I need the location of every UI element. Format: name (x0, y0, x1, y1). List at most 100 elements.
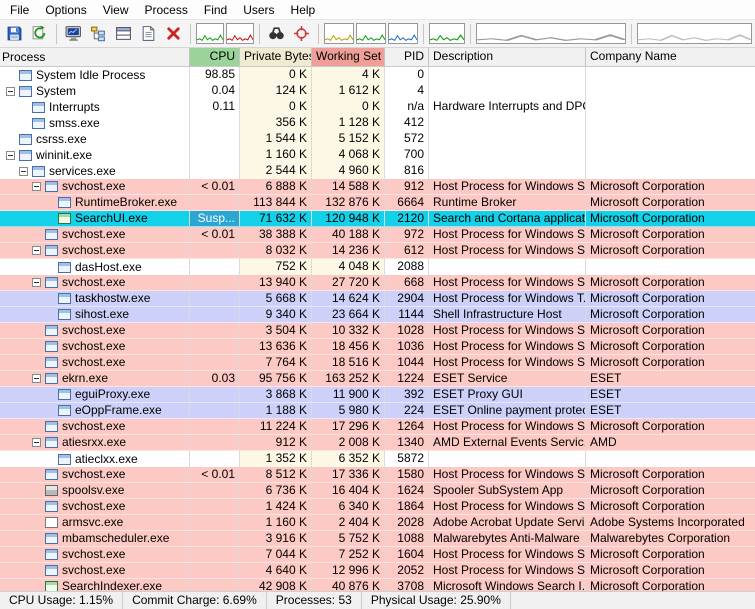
view-dlls-button[interactable] (137, 23, 160, 45)
process-row[interactable]: atiesrxx.exe912 K2 008 K1340AMD External… (0, 435, 755, 451)
menu-help[interactable]: Help (283, 2, 324, 18)
private-bytes-cell: 11 224 K (240, 419, 312, 434)
process-row[interactable]: svchost.exe7 044 K7 252 K1604Host Proces… (0, 547, 755, 563)
tree-collapse-icon[interactable] (32, 246, 41, 255)
column-header-cpu[interactable]: CPU (190, 48, 240, 66)
process-row[interactable]: sihost.exe9 340 K23 664 K1144Shell Infra… (0, 307, 755, 323)
toolbar-separator (470, 24, 471, 44)
column-header-pb[interactable]: Private Bytes (240, 48, 312, 66)
menu-file[interactable]: File (2, 2, 37, 18)
process-row[interactable]: svchost.exe8 032 K14 236 K612Host Proces… (0, 243, 755, 259)
process-row[interactable]: dasHost.exe752 K4 048 K2088 (0, 259, 755, 275)
save-button[interactable] (3, 23, 26, 45)
process-row[interactable]: armsvc.exe1 160 K2 404 K2028Adobe Acroba… (0, 515, 755, 531)
pid-cell: 392 (385, 387, 429, 402)
process-row[interactable]: eOppFrame.exe1 188 K5 980 K224ESET Onlin… (0, 403, 755, 419)
column-header-pid[interactable]: PID (385, 48, 429, 66)
tree-collapse-icon[interactable] (32, 278, 41, 287)
working-set-cell: 17 336 K (312, 467, 385, 482)
process-name-cell: svchost.exe (0, 419, 190, 434)
cpu-history-graph[interactable] (226, 23, 254, 44)
company-name-cell: AMD (586, 435, 755, 450)
column-header-ws[interactable]: Working Set (312, 48, 385, 66)
company-name-cell: Microsoft Corporation (586, 179, 755, 194)
gpu-graph[interactable] (637, 23, 752, 44)
network-graph[interactable] (429, 23, 465, 44)
app-window-icon (45, 437, 58, 448)
system-information-button[interactable] (62, 23, 85, 45)
show-process-tree-button[interactable] (87, 23, 110, 45)
physical-memory-graph[interactable] (356, 23, 386, 44)
process-row[interactable]: svchost.exe< 0.016 888 K14 588 K912Host … (0, 179, 755, 195)
process-row[interactable]: smss.exe356 K1 128 K412 (0, 115, 755, 131)
column-header-co[interactable]: Company Name (586, 48, 755, 66)
process-row[interactable]: wininit.exe1 160 K4 068 K700 (0, 147, 755, 163)
cpu-cell (190, 515, 240, 530)
column-header-name[interactable]: Process (0, 48, 190, 66)
kill-process-button[interactable] (162, 23, 185, 45)
cpu-usage-graph[interactable] (196, 23, 224, 44)
process-row[interactable]: spoolsv.exe6 736 K16 404 K1624Spooler Su… (0, 483, 755, 499)
process-row[interactable]: csrss.exe1 544 K5 152 K572 (0, 131, 755, 147)
process-row[interactable]: System Idle Process98.850 K4 K0 (0, 67, 755, 83)
process-row[interactable]: svchost.exe1 424 K6 340 K1864Host Proces… (0, 499, 755, 515)
pid-cell: 1224 (385, 371, 429, 386)
process-row[interactable]: services.exe2 544 K4 960 K816 (0, 163, 755, 179)
menu-options[interactable]: Options (37, 2, 94, 18)
process-row[interactable]: svchost.exe4 640 K12 996 K2052Host Proce… (0, 563, 755, 579)
process-row[interactable]: svchost.exe< 0.0138 388 K40 188 K972Host… (0, 227, 755, 243)
disk-graph[interactable] (476, 23, 626, 44)
process-row[interactable]: ekrn.exe0.0395 756 K163 252 K1224ESET Se… (0, 371, 755, 387)
tree-collapse-icon[interactable] (6, 87, 15, 96)
tree-collapse-icon[interactable] (6, 151, 15, 160)
process-row[interactable]: atieclxx.exe1 352 K6 352 K5872 (0, 451, 755, 467)
working-set-cell: 6 352 K (312, 451, 385, 467)
menu-find[interactable]: Find (196, 2, 235, 18)
description-cell (429, 163, 586, 179)
private-bytes-cell: 71 632 K (240, 211, 312, 226)
tree-collapse-icon[interactable] (32, 374, 41, 383)
process-row[interactable]: SearchIndexer.exe42 908 K40 876 K3708Mic… (0, 579, 755, 591)
process-row[interactable]: mbamscheduler.exe3 916 K5 752 K1088Malwa… (0, 531, 755, 547)
process-row[interactable]: taskhostw.exe5 668 K14 624 K2904Host Pro… (0, 291, 755, 307)
tree-collapse-icon[interactable] (32, 438, 41, 447)
process-name-cell: services.exe (0, 163, 190, 179)
app-window-icon (45, 549, 58, 560)
process-row[interactable]: svchost.exe< 0.018 512 K17 336 K1580Host… (0, 467, 755, 483)
process-row[interactable]: svchost.exe7 764 K18 516 K1044Host Proce… (0, 355, 755, 371)
cpu-cell (190, 483, 240, 498)
show-lower-pane-button[interactable] (112, 23, 135, 45)
tree-collapse-icon[interactable] (19, 167, 28, 176)
process-name-cell: System (0, 83, 190, 99)
cpu-cell (190, 323, 240, 338)
process-name: services.exe (49, 164, 116, 179)
process-row[interactable]: System0.04124 K1 612 K4 (0, 83, 755, 99)
process-row[interactable]: RuntimeBroker.exe113 844 K132 876 K6664R… (0, 195, 755, 211)
find-window-process-button[interactable] (290, 23, 313, 45)
process-name-cell: svchost.exe (0, 275, 190, 290)
find-handle-or-dll-button[interactable] (265, 23, 288, 45)
process-row[interactable]: Interrupts0.110 K0 Kn/aHardware Interrup… (0, 99, 755, 115)
tree-collapse-icon[interactable] (32, 182, 41, 191)
company-name-cell: Microsoft Corporation (586, 211, 755, 226)
process-row[interactable]: eguiProxy.exe3 868 K11 900 K392ESET Prox… (0, 387, 755, 403)
process-name: System Idle Process (36, 68, 145, 83)
commit-graph[interactable] (324, 23, 354, 44)
process-name-cell: svchost.exe (0, 499, 190, 514)
pid-cell: 2120 (385, 211, 429, 226)
description-cell: Host Process for Windows S... (429, 355, 586, 370)
process-row[interactable]: SearchUI.exeSusp...71 632 K120 948 K2120… (0, 211, 755, 227)
column-header-desc[interactable]: Description (429, 48, 586, 66)
cpu-cell: < 0.01 (190, 179, 240, 194)
process-row[interactable]: svchost.exe3 504 K10 332 K1028Host Proce… (0, 323, 755, 339)
io-graph[interactable] (388, 23, 418, 44)
menu-users[interactable]: Users (235, 2, 282, 18)
process-row[interactable]: svchost.exe11 224 K17 296 K1264Host Proc… (0, 419, 755, 435)
menu-view[interactable]: View (95, 2, 137, 18)
refresh-button[interactable] (28, 23, 51, 45)
working-set-cell: 14 236 K (312, 243, 385, 258)
menu-process[interactable]: Process (137, 2, 196, 18)
process-row[interactable]: svchost.exe13 636 K18 456 K1036Host Proc… (0, 339, 755, 355)
process-row[interactable]: svchost.exe13 940 K27 720 K668Host Proce… (0, 275, 755, 291)
private-bytes-cell: 3 916 K (240, 531, 312, 546)
